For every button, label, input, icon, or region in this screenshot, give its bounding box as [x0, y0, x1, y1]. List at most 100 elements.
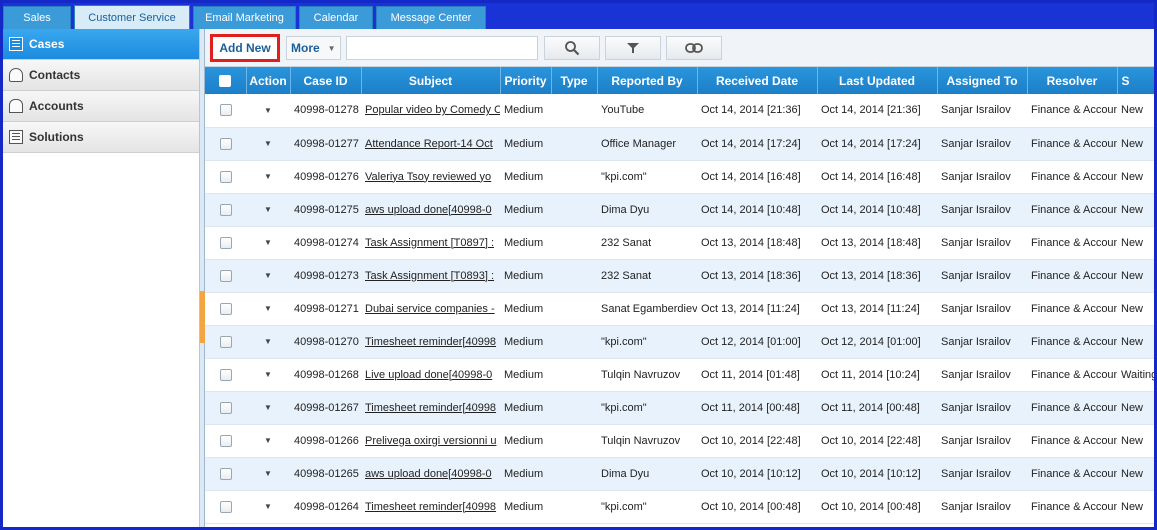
table-row[interactable]: ▼ 40998-01270 Timesheet reminder[40998 Medi… — [205, 325, 1154, 359]
column-header-reported-by[interactable]: Reported By — [597, 67, 698, 94]
row-checkbox[interactable] — [219, 236, 232, 249]
cell-subject[interactable]: Valeriya Tsoy reviewed yo — [361, 160, 500, 194]
row-checkbox[interactable] — [219, 269, 232, 282]
cell-type — [551, 424, 597, 458]
sidebar-item-accounts[interactable]: Accounts — [3, 91, 199, 122]
row-select-cell[interactable] — [205, 160, 246, 194]
table-row[interactable]: ▼ 40998-01268 Live upload done[40998-0 Medi… — [205, 358, 1154, 392]
row-select-cell[interactable] — [205, 325, 246, 359]
row-select-cell[interactable] — [205, 490, 246, 524]
tab-message-center[interactable]: Message Center — [376, 6, 486, 29]
table-row[interactable]: ▼ 40998-01275 aws upload done[40998-0 Mediu… — [205, 193, 1154, 227]
cell-subject[interactable]: Timesheet reminder[40998 — [361, 325, 500, 359]
sidebar-item-solutions[interactable]: Solutions — [3, 122, 199, 153]
row-checkbox[interactable] — [219, 302, 232, 315]
row-select-cell[interactable] — [205, 457, 246, 491]
row-select-cell[interactable] — [205, 424, 246, 458]
cell-subject[interactable]: Live upload done[40998-0 — [361, 358, 500, 392]
cell-subject[interactable]: Dubai service companies - — [361, 292, 500, 326]
cell-last-updated: Oct 10, 2014 [22:48] — [817, 424, 937, 458]
cell-subject[interactable]: aws upload done[40998-0 — [361, 193, 500, 227]
cell-received-date: Oct 14, 2014 [10:48] — [697, 193, 817, 227]
row-checkbox[interactable] — [219, 335, 232, 348]
row-select-cell[interactable] — [205, 94, 246, 128]
cell-assigned-to: Sanjar Israilov — [937, 127, 1027, 161]
row-select-cell[interactable] — [205, 226, 246, 260]
search-button[interactable] — [544, 36, 600, 60]
row-action-menu[interactable]: ▼ — [246, 424, 290, 458]
row-action-menu[interactable]: ▼ — [246, 325, 290, 359]
tab-calendar[interactable]: Calendar — [299, 6, 373, 29]
tab-sales[interactable]: Sales — [3, 6, 71, 29]
cell-case-id: 40998-01274 — [290, 226, 361, 260]
table-row[interactable]: ▼ 40998-01274 Task Assignment [T0897] : Med… — [205, 226, 1154, 260]
filter-button[interactable] — [605, 36, 661, 60]
link-button[interactable] — [666, 36, 722, 60]
row-action-menu[interactable]: ▼ — [246, 292, 290, 326]
tab-email-marketing[interactable]: Email Marketing — [193, 6, 296, 29]
column-header-received-date[interactable]: Received Date — [697, 67, 818, 94]
row-select-cell[interactable] — [205, 127, 246, 161]
cell-resolver: Finance & Accoun — [1027, 292, 1117, 326]
row-action-menu[interactable]: ▼ — [246, 94, 290, 128]
row-checkbox[interactable] — [219, 368, 232, 381]
row-select-cell[interactable] — [205, 193, 246, 227]
cell-subject[interactable]: Task Assignment [T0893] : — [361, 259, 500, 293]
row-checkbox[interactable] — [219, 434, 232, 447]
row-checkbox[interactable] — [219, 170, 232, 183]
row-select-cell[interactable] — [205, 358, 246, 392]
cell-subject[interactable]: Attendance Report-14 Oct — [361, 127, 500, 161]
row-checkbox[interactable] — [219, 203, 232, 216]
row-checkbox[interactable] — [219, 137, 232, 150]
column-header-last-updated[interactable]: Last Updated — [817, 67, 938, 94]
cell-subject[interactable]: Prelivega oxirgi versionni u — [361, 424, 500, 458]
cell-subject[interactable]: Timesheet reminder[40998 — [361, 490, 500, 524]
column-header-case-id[interactable]: Case ID — [290, 67, 362, 94]
more-dropdown[interactable]: More ▼ — [286, 36, 341, 60]
cell-subject[interactable]: Popular video by Comedy C — [361, 94, 500, 128]
row-select-cell[interactable] — [205, 292, 246, 326]
table-row[interactable]: ▼ 40998-01264 Timesheet reminder[40998 Medi… — [205, 490, 1154, 524]
column-header-resolver[interactable]: Resolver — [1027, 67, 1118, 94]
column-header-type[interactable]: Type — [551, 67, 598, 94]
cell-subject[interactable]: Task Assignment [T0897] : — [361, 226, 500, 260]
select-all-header[interactable] — [205, 67, 247, 94]
row-action-menu[interactable]: ▼ — [246, 259, 290, 293]
row-action-menu[interactable]: ▼ — [246, 490, 290, 524]
row-action-menu[interactable]: ▼ — [246, 160, 290, 194]
cell-subject[interactable]: aws upload done[40998-0 — [361, 457, 500, 491]
row-action-menu[interactable]: ▼ — [246, 391, 290, 425]
sidebar-item-contacts[interactable]: Contacts — [3, 60, 199, 91]
add-new-button[interactable]: Add New — [210, 34, 280, 62]
row-action-menu[interactable]: ▼ — [246, 193, 290, 227]
row-checkbox[interactable] — [219, 500, 232, 513]
table-row[interactable]: ▼ 40998-01265 aws upload done[40998-0 Mediu… — [205, 457, 1154, 491]
table-row[interactable]: ▼ 40998-01266 Prelivega oxirgi versionni u… — [205, 424, 1154, 458]
table-row[interactable]: ▼ 40998-01277 Attendance Report-14 Oct Medi… — [205, 127, 1154, 161]
table-row[interactable]: ▼ 40998-01271 Dubai service companies - Med… — [205, 292, 1154, 326]
table-row[interactable]: ▼ 40998-01267 Timesheet reminder[40998 Medi… — [205, 391, 1154, 425]
column-header-action[interactable]: Action — [246, 67, 291, 94]
row-checkbox[interactable] — [219, 467, 232, 480]
row-select-cell[interactable] — [205, 259, 246, 293]
table-row[interactable]: ▼ 40998-01278 Popular video by Comedy C Med… — [205, 94, 1154, 128]
row-select-cell[interactable] — [205, 391, 246, 425]
tab-customer-service[interactable]: Customer Service — [74, 5, 190, 29]
column-header-assigned-to[interactable]: Assigned To — [937, 67, 1028, 94]
table-row[interactable]: ▼ 40998-01276 Valeriya Tsoy reviewed yo Med… — [205, 160, 1154, 194]
row-action-menu[interactable]: ▼ — [246, 457, 290, 491]
table-row[interactable]: ▼ 40998-01273 Task Assignment [T0893] : Med… — [205, 259, 1154, 293]
sidebar-item-cases[interactable]: Cases — [3, 29, 199, 60]
row-action-menu[interactable]: ▼ — [246, 127, 290, 161]
row-checkbox[interactable] — [219, 401, 232, 414]
column-header-priority[interactable]: Priority — [500, 67, 552, 94]
row-checkbox[interactable] — [219, 104, 232, 117]
column-header-status[interactable]: S — [1117, 67, 1154, 94]
select-all-checkbox[interactable] — [219, 75, 232, 88]
column-header-subject[interactable]: Subject — [361, 67, 501, 94]
row-action-menu[interactable]: ▼ — [246, 226, 290, 260]
search-input[interactable] — [346, 36, 538, 60]
link-icon — [685, 43, 703, 53]
row-action-menu[interactable]: ▼ — [246, 358, 290, 392]
cell-subject[interactable]: Timesheet reminder[40998 — [361, 391, 500, 425]
